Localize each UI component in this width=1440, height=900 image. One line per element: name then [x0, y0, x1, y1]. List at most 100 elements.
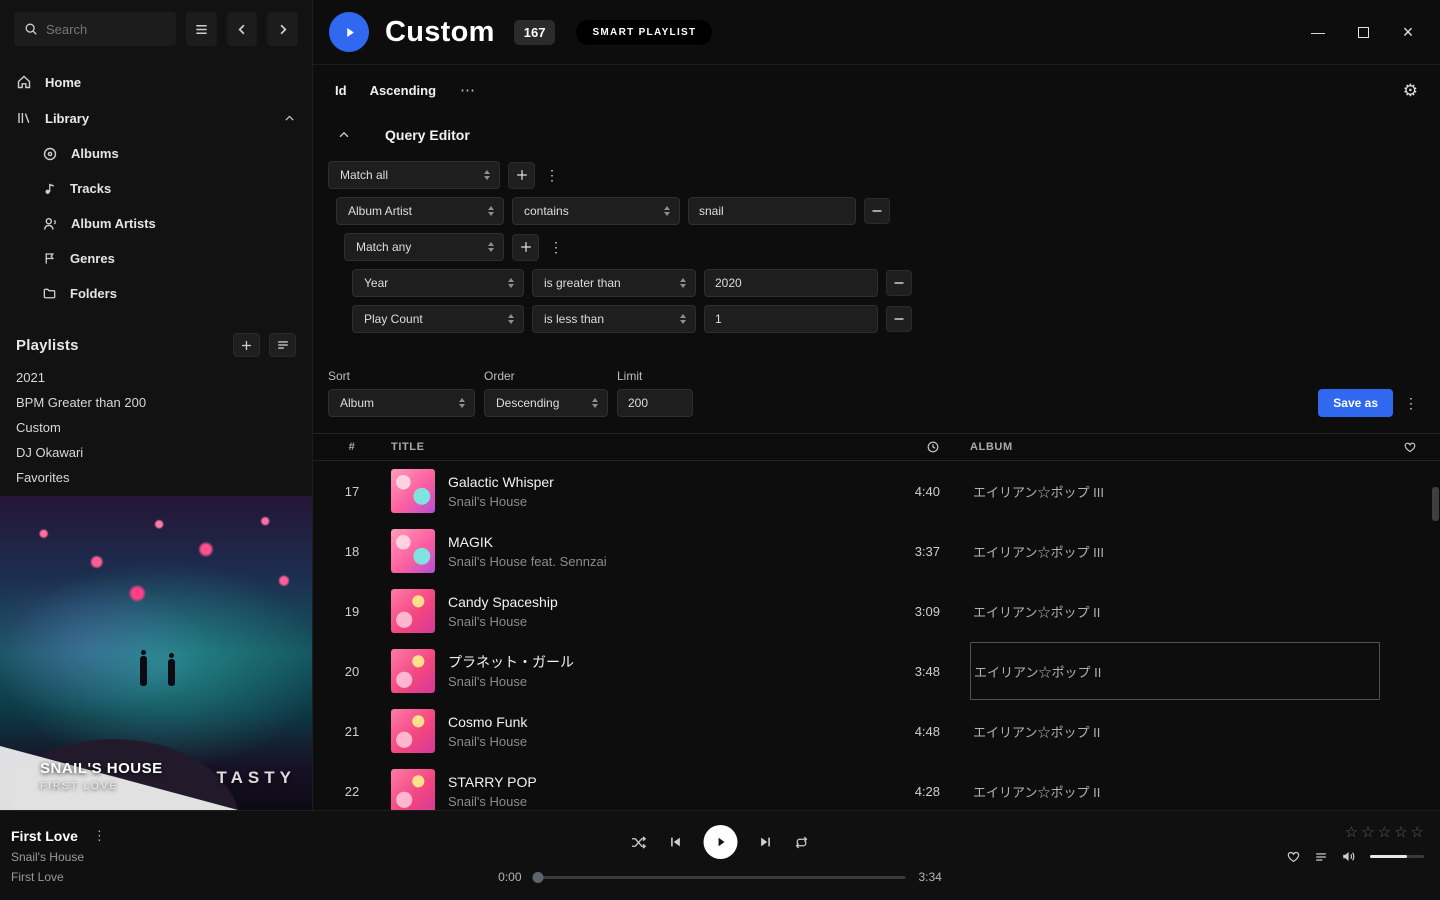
artwork-figure [140, 656, 147, 686]
volume-button[interactable] [1341, 849, 1357, 864]
now-playing-artist[interactable]: Snail's House [11, 850, 106, 864]
track-album[interactable]: エイリアン☆ポップ II [970, 722, 1380, 741]
star-button[interactable]: ☆ [1411, 825, 1424, 840]
order-select[interactable]: Descending [484, 389, 608, 417]
operator-select[interactable]: is less than [532, 305, 696, 333]
add-rule-button[interactable] [508, 162, 535, 189]
operator-select[interactable]: is greater than [532, 269, 696, 297]
forward-button[interactable] [267, 12, 298, 46]
search-input[interactable] [46, 22, 166, 37]
field-select[interactable]: Year [352, 269, 524, 297]
star-button[interactable]: ☆ [1378, 825, 1391, 840]
settings-gear-button[interactable]: ⚙ [1403, 82, 1418, 99]
save-options-button[interactable]: ⋮ [1402, 390, 1420, 417]
sort-field-button[interactable]: Id [335, 83, 347, 98]
artwork-album: FIRST LOVE [40, 781, 163, 792]
remove-rule-button[interactable] [864, 198, 890, 224]
maximize-button[interactable] [1349, 18, 1377, 46]
playlist-item[interactable]: Custom [0, 415, 312, 440]
star-button[interactable]: ☆ [1345, 825, 1358, 840]
star-button[interactable]: ☆ [1394, 825, 1407, 840]
track-row[interactable]: 20 プラネット・ガール Snail's House 3:48 エイリアン☆ポッ… [313, 641, 1440, 701]
track-album[interactable]: エイリアン☆ポップ II [970, 782, 1380, 801]
duration-column-header[interactable] [850, 440, 940, 454]
sidebar-nav: Home Library Albums [0, 58, 312, 311]
match-any-select[interactable]: Match any [344, 233, 504, 261]
track-row[interactable]: 18 MAGIK Snail's House feat. Sennzai 3:3… [313, 521, 1440, 581]
save-as-button[interactable]: Save as [1318, 389, 1393, 417]
add-playlist-button[interactable] [233, 333, 260, 357]
track-album[interactable]: エイリアン☆ポップ III [970, 482, 1380, 501]
match-all-select[interactable]: Match all [328, 161, 500, 189]
menu-button[interactable] [186, 12, 217, 46]
sidebar-item-folders[interactable]: Folders [0, 276, 312, 311]
volume-slider[interactable] [1370, 855, 1424, 858]
rule-value-input[interactable] [704, 269, 878, 297]
close-button[interactable]: × [1394, 18, 1422, 46]
chevron-up-icon[interactable] [283, 112, 296, 125]
plus-icon [515, 168, 529, 182]
track-album-focused[interactable]: エイリアン☆ポップ II [970, 642, 1380, 700]
track-album[interactable]: エイリアン☆ポップ II [970, 602, 1380, 621]
seek-slider[interactable] [535, 876, 906, 879]
heart-icon [1286, 849, 1301, 864]
shuffle-button[interactable] [631, 835, 648, 850]
star-button[interactable]: ☆ [1361, 825, 1374, 840]
now-playing-title[interactable]: First Love [11, 828, 78, 844]
title-column-header[interactable]: TITLE [391, 441, 850, 453]
more-options-button[interactable]: ⋯ [460, 81, 476, 99]
favorite-button[interactable] [1286, 849, 1301, 864]
collapse-button[interactable] [332, 123, 356, 147]
sidebar-item-album-artists[interactable]: Album Artists [0, 206, 312, 241]
updown-icon [459, 398, 465, 408]
play-pause-button[interactable] [704, 825, 738, 859]
playlist-item-label: Custom [16, 420, 61, 435]
add-rule-button[interactable] [512, 234, 539, 261]
playlist-item[interactable]: Favorites [0, 465, 312, 490]
sort-select[interactable]: Album [328, 389, 475, 417]
field-select[interactable]: Play Count [352, 305, 524, 333]
sidebar-item-albums[interactable]: Albums [0, 136, 312, 171]
updown-icon [592, 398, 598, 408]
clock-icon [926, 440, 940, 454]
playlist-list-button[interactable] [269, 333, 296, 357]
rule-value-input[interactable] [688, 197, 856, 225]
repeat-button[interactable] [794, 835, 810, 850]
next-button[interactable] [759, 835, 773, 849]
sidebar-item-library[interactable]: Library [0, 100, 312, 136]
sidebar-item-home[interactable]: Home [0, 64, 312, 100]
sort-direction-button[interactable]: Ascending [370, 83, 436, 98]
track-row[interactable]: 21 Cosmo Funk Snail's House 4:48 エイリアン☆ポ… [313, 701, 1440, 761]
previous-button[interactable] [669, 835, 683, 849]
track-row[interactable]: 17 Galactic Whisper Snail's House 4:40 エ… [313, 461, 1440, 521]
playlist-item[interactable]: 2021 [0, 365, 312, 390]
seek-handle[interactable] [533, 872, 544, 883]
play-playlist-button[interactable] [329, 12, 369, 52]
album-art-thumbnail [391, 589, 435, 633]
limit-input[interactable] [617, 389, 693, 417]
minimize-button[interactable]: — [1304, 18, 1332, 46]
queue-button[interactable] [1314, 850, 1328, 864]
remove-rule-button[interactable] [886, 306, 912, 332]
playlist-item[interactable]: BPM Greater than 200 [0, 390, 312, 415]
rule-options-button[interactable]: ⋮ [547, 234, 565, 261]
rule-value-input[interactable] [704, 305, 878, 333]
remove-rule-button[interactable] [886, 270, 912, 296]
playlist-item[interactable]: DJ Okawari [0, 440, 312, 465]
sidebar-item-tracks[interactable]: Tracks [0, 171, 312, 206]
track-row[interactable]: 22 STARRY POP Snail's House 4:28 エイリアン☆ポ… [313, 761, 1440, 810]
back-button[interactable] [227, 12, 258, 46]
favorite-column-header[interactable] [1380, 440, 1440, 454]
album-column-header[interactable]: ALBUM [970, 441, 1380, 453]
track-options-button[interactable]: ⋮ [93, 828, 106, 844]
track-row[interactable]: 19 Candy Spaceship Snail's House 3:09 エイ… [313, 581, 1440, 641]
now-playing-album[interactable]: First Love [11, 870, 106, 884]
operator-select[interactable]: contains [512, 197, 680, 225]
scrollbar-thumb[interactable] [1432, 487, 1439, 521]
field-select[interactable]: Album Artist [336, 197, 504, 225]
track-album[interactable]: エイリアン☆ポップ III [970, 542, 1380, 561]
playlist-item-label: 2021 [16, 370, 45, 385]
rule-options-button[interactable]: ⋮ [543, 162, 561, 189]
search-box[interactable] [14, 12, 176, 46]
sidebar-item-genres[interactable]: Genres [0, 241, 312, 276]
